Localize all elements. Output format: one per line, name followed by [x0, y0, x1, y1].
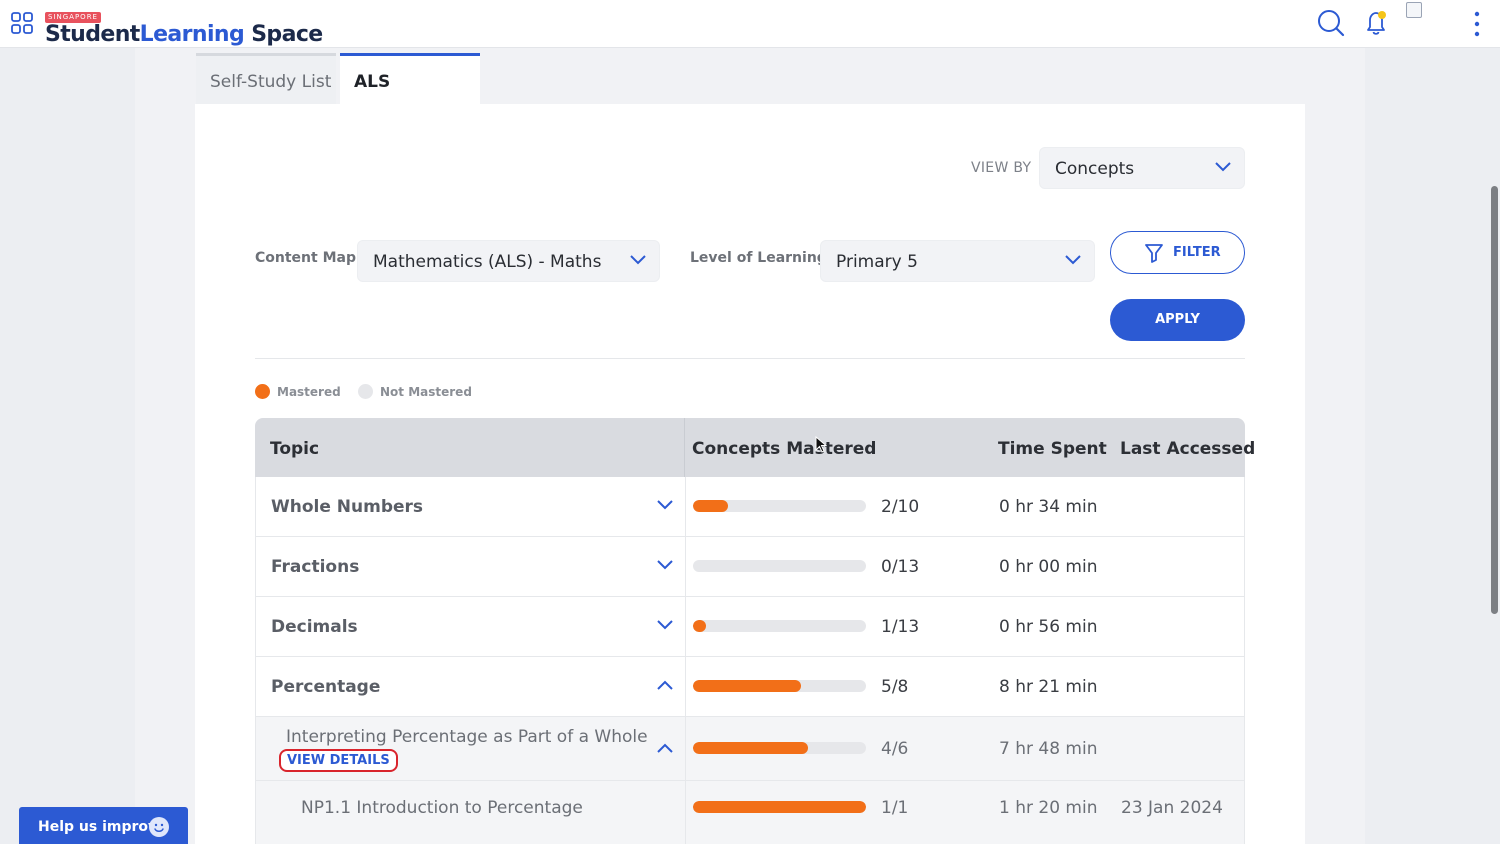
top-bar: SINGAPORE StudentLearning Space — [0, 0, 1500, 48]
profile-image-icon[interactable] — [1406, 2, 1422, 18]
more-vertical-icon[interactable] — [1470, 10, 1484, 38]
chevron-down-icon[interactable] — [657, 560, 673, 570]
search-icon[interactable] — [1317, 9, 1345, 37]
table-row[interactable]: Percentage 5/8 8 hr 21 min — [255, 657, 1245, 717]
topic-name: Fractions — [271, 557, 360, 577]
progress-bar — [693, 620, 866, 632]
view-by-select[interactable]: Concepts — [1039, 147, 1245, 189]
apps-grid-icon[interactable] — [11, 12, 33, 34]
table-row[interactable]: Fractions 0/13 0 hr 00 min — [255, 537, 1245, 597]
view-details-link[interactable]: VIEW DETAILS — [279, 749, 398, 772]
last-accessed: 23 Jan 2024 — [1121, 798, 1223, 818]
filter-button[interactable]: FILTER — [1110, 231, 1245, 274]
time-spent: 7 hr 48 min — [999, 739, 1098, 759]
progress-bar — [693, 560, 866, 572]
tab-self-study-list[interactable]: Self-Study List — [196, 53, 336, 104]
view-by-label: VIEW BY — [971, 160, 1032, 176]
chevron-down-icon[interactable] — [657, 500, 673, 510]
apply-button[interactable]: APPLY — [1110, 299, 1245, 341]
progress-bar — [693, 801, 866, 813]
content-map-label: Content Map — [255, 250, 356, 266]
subtopic-name: Interpreting Percentage as Part of a Who… — [286, 727, 648, 747]
help-us-improve-button[interactable]: Help us improve — [19, 807, 188, 844]
progress-bar — [693, 500, 866, 512]
help-label: Help us improve — [38, 819, 167, 835]
bell-icon[interactable] — [1364, 9, 1390, 37]
subtopic-row[interactable]: Interpreting Percentage as Part of a Who… — [255, 717, 1245, 781]
chevron-down-icon — [630, 255, 646, 265]
time-spent: 8 hr 21 min — [999, 677, 1098, 697]
not-mastered-legend-dot — [358, 384, 373, 399]
mouse-cursor-icon — [815, 436, 827, 453]
concepts-count: 2/10 — [881, 497, 920, 517]
sls-logo[interactable]: SINGAPORE StudentLearning Space — [45, 4, 323, 46]
level-of-learning-select[interactable]: Primary 5 — [820, 240, 1095, 282]
level-of-learning-value: Primary 5 — [836, 252, 918, 272]
smiley-icon — [149, 817, 169, 837]
header-last-accessed: Last Accessed — [1120, 439, 1256, 459]
filter-button-label: FILTER — [1173, 245, 1221, 260]
concept-name: NP1.1 Introduction to Percentage — [301, 798, 583, 818]
content-map-select[interactable]: Mathematics (ALS) - Maths — [357, 240, 660, 282]
chevron-down-icon[interactable] — [657, 620, 673, 630]
concepts-count: 5/8 — [881, 677, 909, 697]
concepts-count: 1/1 — [881, 798, 909, 818]
time-spent: 0 hr 00 min — [999, 557, 1098, 577]
not-mastered-legend-label: Not Mastered — [380, 385, 472, 399]
divider — [255, 358, 1245, 359]
concepts-count: 0/13 — [881, 557, 920, 577]
header-topic: Topic — [270, 439, 320, 459]
page-scrollbar[interactable] — [1491, 186, 1498, 614]
view-by-value: Concepts — [1055, 159, 1135, 179]
time-spent: 0 hr 34 min — [999, 497, 1098, 517]
mastered-legend-dot — [255, 384, 270, 399]
time-spent: 0 hr 56 min — [999, 617, 1098, 637]
concepts-count: 4/6 — [881, 739, 909, 759]
logo-name: StudentLearning Space — [45, 22, 323, 47]
concepts-count: 1/13 — [881, 617, 920, 637]
topics-table: Topic Concepts Mastered Time Spent Last … — [255, 418, 1255, 844]
mastered-legend-label: Mastered — [277, 385, 341, 399]
chevron-down-icon — [1215, 162, 1231, 172]
topic-name: Decimals — [271, 617, 358, 637]
chevron-down-icon — [1065, 255, 1081, 265]
table-row[interactable]: Decimals 1/13 0 hr 56 min — [255, 597, 1245, 657]
topic-name: Whole Numbers — [271, 497, 424, 517]
concept-row[interactable]: NP1.1 Introduction to Percentage 1/1 1 h… — [255, 781, 1245, 844]
filter-funnel-icon — [1145, 244, 1163, 263]
header-concepts-mastered: Concepts Mastered — [692, 439, 877, 459]
topic-name: Percentage — [271, 677, 381, 697]
table-row[interactable]: Whole Numbers 2/10 0 hr 34 min — [255, 477, 1245, 537]
chevron-up-icon[interactable] — [657, 743, 673, 753]
level-of-learning-label: Level of Learning — [690, 250, 827, 266]
progress-bar — [693, 680, 866, 692]
content-map-value: Mathematics (ALS) - Maths — [373, 252, 602, 272]
chevron-up-icon[interactable] — [657, 680, 673, 690]
tab-als[interactable]: ALS — [340, 53, 480, 104]
header-time-spent: Time Spent — [998, 439, 1107, 459]
table-header: Topic Concepts Mastered Time Spent Last … — [255, 418, 1255, 477]
progress-bar — [693, 742, 866, 754]
time-spent: 1 hr 20 min — [999, 798, 1098, 818]
